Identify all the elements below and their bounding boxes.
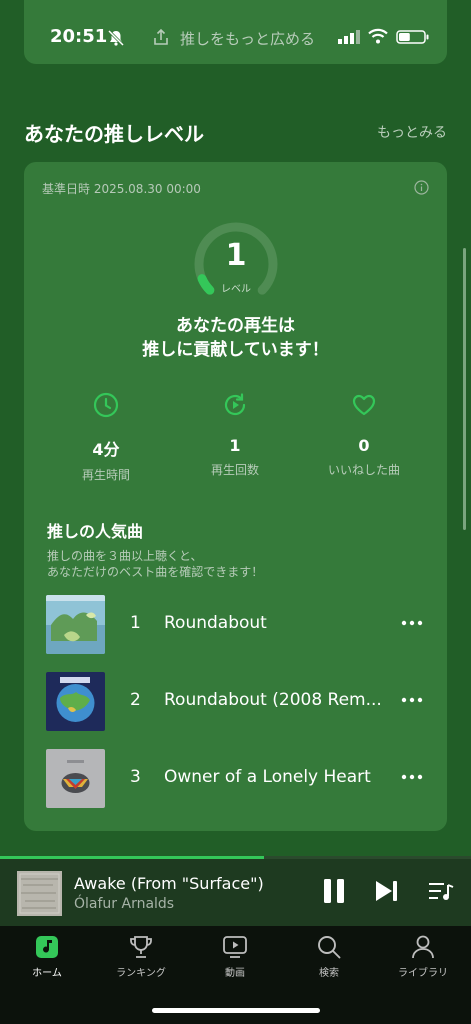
level-gauge: 1 レベル bbox=[194, 222, 278, 306]
stat-value: 0 bbox=[358, 436, 370, 455]
tab-search[interactable]: 検索 bbox=[282, 934, 376, 979]
tab-home[interactable]: ホーム bbox=[0, 934, 94, 979]
base-date: 基準日時 2025.08.30 00:00 bbox=[42, 182, 201, 196]
tab-label: 検索 bbox=[319, 968, 339, 979]
stat-value: 4分 bbox=[92, 440, 120, 459]
tab-library[interactable]: ライブラリ bbox=[376, 934, 470, 979]
tab-video[interactable]: 動画 bbox=[188, 934, 282, 979]
stat-label: 再生回数 bbox=[210, 463, 259, 477]
contribution-headline: あなたの再生は 推しに貢献しています！ bbox=[24, 314, 447, 362]
oshi-level-card: 基準日時 2025.08.30 00:00 1 レベル あなたの再生は 推しに貢… bbox=[24, 162, 447, 831]
album-art-image bbox=[46, 672, 105, 731]
tab-label: ライブラリ bbox=[398, 968, 448, 979]
battery-icon bbox=[396, 30, 429, 44]
track-rank: 3 bbox=[130, 767, 141, 787]
more-link[interactable]: もっとみる bbox=[377, 122, 447, 142]
headline-line-1: あなたの再生は bbox=[176, 316, 295, 336]
album-art bbox=[46, 595, 105, 654]
next-track-icon[interactable] bbox=[374, 879, 400, 903]
track-title: Owner of a Lonely Heart bbox=[164, 767, 371, 787]
tab-label: ホーム bbox=[32, 968, 62, 979]
stat-liked-songs: 0 いいねした曲 bbox=[304, 392, 424, 478]
wifi-icon bbox=[368, 28, 388, 44]
pause-icon[interactable] bbox=[322, 878, 346, 904]
track-row[interactable]: 1 Roundabout bbox=[46, 595, 431, 655]
stat-play-count: 1 再生回数 bbox=[175, 392, 295, 478]
headline-line-2: 推しに貢献しています！ bbox=[142, 340, 329, 360]
share-icon[interactable] bbox=[152, 28, 170, 46]
tab-ranking[interactable]: ランキング bbox=[94, 934, 188, 979]
now-playing-art-image bbox=[17, 871, 62, 916]
now-playing-title: Awake (From "Surface") bbox=[74, 874, 264, 893]
stat-label: いいねした曲 bbox=[327, 463, 400, 477]
track-row[interactable]: 3 Owner of a Lonely Heart bbox=[46, 749, 431, 809]
video-icon bbox=[223, 936, 247, 958]
queue-icon[interactable] bbox=[428, 879, 454, 903]
search-icon bbox=[318, 936, 341, 959]
heart-icon bbox=[352, 394, 376, 416]
more-options-icon[interactable] bbox=[400, 688, 424, 712]
album-art-image bbox=[46, 749, 105, 808]
person-icon bbox=[412, 935, 434, 959]
info-icon[interactable] bbox=[414, 180, 429, 195]
home-music-icon bbox=[36, 936, 58, 958]
mini-player[interactable]: Awake (From "Surface") Ólafur Arnalds bbox=[0, 856, 471, 926]
tab-label: 動画 bbox=[225, 968, 245, 979]
popular-songs-note: 推しの曲を３曲以上聴くと、 あなただけのベスト曲を確認できます！ bbox=[47, 548, 263, 580]
popular-songs-title: 推しの人気曲 bbox=[47, 522, 144, 541]
level-unit: レベル bbox=[221, 284, 251, 295]
track-title: Roundabout bbox=[164, 613, 267, 633]
trophy-icon bbox=[130, 936, 152, 958]
stat-label: 再生時間 bbox=[81, 468, 130, 482]
album-art bbox=[46, 672, 105, 731]
now-playing-artist: Ólafur Arnalds bbox=[74, 896, 175, 912]
status-card: 20:51 推しをもっと広める bbox=[24, 0, 447, 64]
track-row[interactable]: 2 Roundabout (2008 Rem... bbox=[46, 672, 431, 732]
playback-progress-track bbox=[0, 856, 471, 859]
stat-play-time: 4分 再生時間 bbox=[46, 392, 166, 483]
section-title: あなたの推しレベル bbox=[24, 122, 204, 146]
home-indicator bbox=[152, 1008, 320, 1013]
scrollbar[interactable] bbox=[463, 248, 466, 530]
popular-note-line-2: あなただけのベスト曲を確認できます！ bbox=[47, 565, 264, 579]
bell-muted-icon bbox=[107, 29, 125, 47]
track-rank: 1 bbox=[130, 613, 141, 633]
tab-label: ランキング bbox=[116, 968, 166, 979]
share-label[interactable]: 推しをもっと広める bbox=[180, 28, 315, 49]
clock-icon bbox=[93, 392, 119, 418]
track-title: Roundabout (2008 Rem... bbox=[164, 690, 382, 710]
playback-progress-fill bbox=[0, 856, 264, 859]
replay-icon bbox=[224, 393, 246, 416]
album-art bbox=[46, 749, 105, 808]
stat-value: 1 bbox=[229, 436, 241, 455]
status-time: 20:51 bbox=[50, 26, 108, 47]
popular-note-line-1: 推しの曲を３曲以上聴くと、 bbox=[47, 549, 203, 563]
album-art-image bbox=[46, 595, 105, 654]
more-options-icon[interactable] bbox=[400, 765, 424, 789]
cellular-signal-icon bbox=[338, 30, 360, 44]
track-rank: 2 bbox=[130, 690, 141, 710]
more-options-icon[interactable] bbox=[400, 611, 424, 635]
now-playing-art bbox=[17, 871, 62, 916]
level-value: 1 bbox=[225, 238, 247, 273]
